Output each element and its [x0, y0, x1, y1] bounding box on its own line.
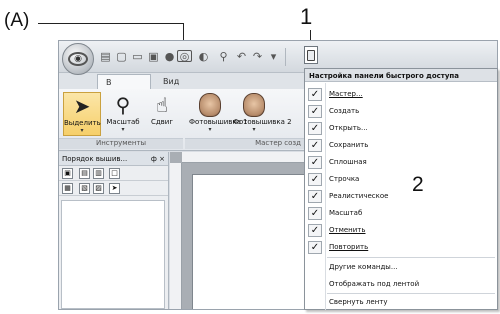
undo-icon[interactable]: ↶ [235, 50, 248, 62]
pane-toolbar-1: ▣ ▤ ▥ □ [59, 166, 168, 181]
application-button[interactable]: ◉ [62, 43, 94, 75]
box-icon[interactable]: □ [109, 168, 120, 179]
zoom-tool-button[interactable]: ⚲ Масштаб ▾ [104, 92, 142, 136]
check-icon: ✓ [308, 139, 322, 152]
new-file-icon[interactable]: ▢ [115, 50, 128, 62]
realistic-view-icon[interactable]: ◐ [197, 50, 210, 62]
menu-item-label: Сохранить [329, 141, 369, 149]
callout-2-label: 2 [412, 173, 424, 196]
hand-icon: ☝ [155, 93, 169, 117]
pointer-icon[interactable]: ➤ [109, 183, 120, 194]
menu-item-save[interactable]: ✓ Сохранить [305, 137, 497, 154]
group-tools-label: Инструменты [59, 138, 183, 149]
menu-item-show-below-ribbon[interactable]: Отображать под лентой [305, 276, 497, 293]
menu-item-label: Открыть... [329, 124, 368, 132]
menu-item-minimize-ribbon[interactable]: Свернуть ленту [305, 294, 497, 311]
menu-item-line-stitch[interactable]: ✓ Строчка [305, 171, 497, 188]
menu-item-label: Повторить [329, 243, 369, 251]
chevron-down-icon: ▾ [208, 126, 212, 133]
menu-item-zoom[interactable]: ✓ Масштаб [305, 205, 497, 222]
line-stitch-icon[interactable]: ◎ [177, 50, 192, 62]
menu-item-more-commands[interactable]: Другие команды... [305, 259, 497, 276]
check-icon: ✓ [308, 88, 322, 101]
menu-item-realistic[interactable]: ✓ Реалистическое [305, 188, 497, 205]
customize-qat-button[interactable] [304, 46, 318, 64]
pane-toolbar-2: ▦ ▧ ▨ ➤ [59, 181, 168, 196]
customize-qat-icon [307, 49, 315, 61]
customize-qat-menu: Настройка панели быстрого доступа ✓ Маст… [304, 68, 498, 310]
check-icon: ✓ [308, 207, 322, 220]
pane-title: Порядок вышив... ф × [59, 152, 168, 166]
chevron-down-icon: ▾ [121, 126, 125, 133]
photo-stitch-2-button[interactable]: Фотовышивка 2 ▾ [233, 92, 292, 136]
menu-item-label: Свернуть ленту [329, 298, 388, 306]
magnifier-icon: ⚲ [115, 93, 131, 117]
vertical-ruler [170, 163, 182, 309]
tab-home[interactable]: В начало [97, 74, 151, 96]
check-icon: ✓ [308, 173, 322, 186]
ungroup-icon[interactable]: ▥ [93, 168, 104, 179]
pan-tool-label: Сдвиг [150, 118, 174, 126]
photo-stitch-2-label: Фотовышивка 2 [233, 118, 292, 126]
menu-item-new[interactable]: ✓ Создать [305, 103, 497, 120]
menu-separator [327, 257, 495, 258]
wizard-icon[interactable]: ▤ [99, 50, 112, 62]
sewing-order-list[interactable] [61, 200, 165, 309]
pane-pin-close[interactable]: ф × [151, 155, 165, 163]
group-wizard-label: Мастер созд [185, 138, 305, 149]
menu-header: Настройка панели быстрого доступа [305, 69, 497, 82]
callout-leader-horizontal [38, 23, 184, 24]
photo-stitch-1-button[interactable]: Фотовышивка 1 ▾ [189, 92, 248, 136]
photo-stitch-1-label: Фотовышивка 1 [189, 118, 248, 126]
callout-a-label: (A) [4, 10, 30, 31]
chevron-down-icon: ▾ [80, 127, 84, 134]
menu-item-redo[interactable]: ✓ Повторить [305, 239, 497, 256]
frame-icon[interactable]: ▣ [62, 168, 73, 179]
menu-item-open[interactable]: ✓ Открыть... [305, 120, 497, 137]
check-icon: ✓ [308, 156, 322, 169]
menu-item-label: Другие команды... [329, 263, 398, 271]
save-icon[interactable]: ▣ [147, 50, 160, 62]
zoom-icon[interactable]: ⚲ [217, 50, 230, 62]
check-icon: ✓ [308, 190, 322, 203]
open-folder-icon[interactable]: ▭ [131, 50, 144, 62]
zoom-tool-label: Масштаб [106, 118, 140, 126]
select-tool-button[interactable]: ➤ Выделить ▾ [63, 92, 101, 136]
menu-item-label: Строчка [329, 175, 360, 183]
sewing-order-pane: Порядок вышив... ф × ▣ ▤ ▥ □ ▦ ▧ ▨ ➤ [59, 152, 169, 309]
qat-more-icon[interactable]: ▾ [267, 50, 280, 62]
menu-item-fill-stitch[interactable]: ✓ Сплошная [305, 154, 497, 171]
menu-item-wizard[interactable]: ✓ Мастер... [305, 86, 497, 103]
check-icon: ✓ [308, 105, 322, 118]
pan-tool-button[interactable]: ☝ Сдвиг [143, 92, 181, 136]
pane-title-text: Порядок вышив... [62, 155, 128, 163]
portrait-icon [189, 92, 231, 118]
order-icon[interactable]: ▦ [62, 183, 73, 194]
check-icon: ✓ [308, 241, 322, 254]
menu-item-undo[interactable]: ✓ Отменить [305, 222, 497, 239]
qat-separator [285, 48, 286, 66]
menu-item-label: Сплошная [329, 158, 367, 166]
select-tool-label: Выделить [64, 119, 101, 127]
menu-item-label: Мастер... [329, 90, 363, 98]
move-up-icon[interactable]: ▧ [79, 183, 90, 194]
portrait-icon [233, 92, 275, 118]
fill-stitch-icon[interactable]: ● [163, 50, 176, 62]
application-logo-icon: ◉ [68, 52, 88, 66]
arrow-pointer-icon: ➤ [73, 94, 91, 118]
menu-item-label: Отображать под лентой [329, 280, 420, 288]
move-down-icon[interactable]: ▨ [93, 183, 104, 194]
group-icon[interactable]: ▤ [79, 168, 90, 179]
menu-item-label: Масштаб [329, 209, 363, 217]
redo-icon[interactable]: ↷ [251, 50, 264, 62]
menu-item-label: Реалистическое [329, 192, 389, 200]
check-icon: ✓ [308, 224, 322, 237]
check-icon: ✓ [308, 122, 322, 135]
callout-1-label: 1 [300, 4, 313, 29]
menu-item-label: Создать [329, 107, 360, 115]
chevron-down-icon: ▾ [252, 126, 256, 133]
tab-view[interactable]: Вид [155, 74, 187, 90]
menu-item-label: Отменить [329, 226, 366, 234]
